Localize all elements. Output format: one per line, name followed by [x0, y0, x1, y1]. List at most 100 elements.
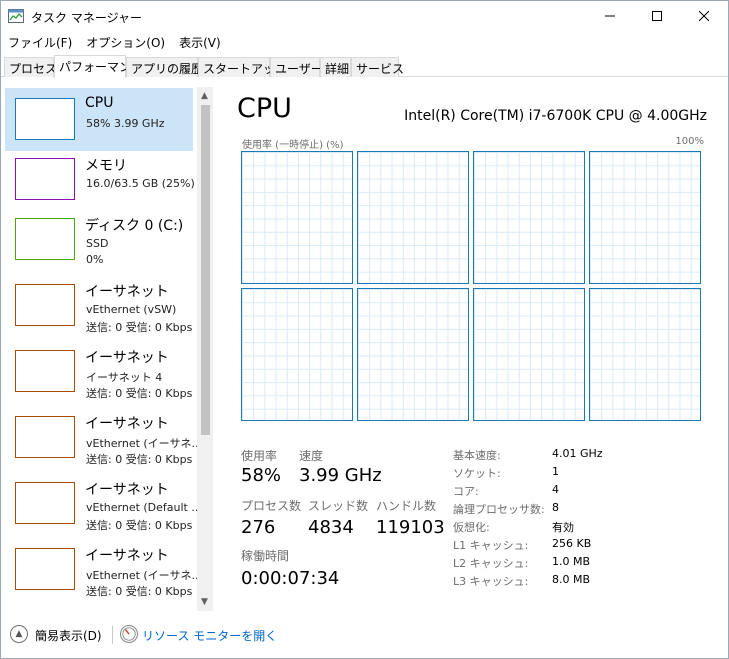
core-graph	[357, 288, 469, 421]
ethernet-thumbnail-graph	[15, 350, 75, 392]
spec-value: 8	[552, 501, 559, 514]
menu-file[interactable]: ファイル(F)	[1, 32, 79, 52]
sidebar-item-title: イーサネット	[85, 482, 169, 498]
scroll-up-icon[interactable]: ▲	[201, 91, 208, 101]
logical-processor-graphs[interactable]	[241, 151, 704, 423]
tab-details[interactable]: 詳細	[320, 57, 351, 77]
minimize-button[interactable]	[587, 1, 633, 31]
sidebar-item-title: イーサネット	[85, 350, 169, 366]
spec-key: L1 キャッシュ:	[453, 539, 529, 552]
tab-services[interactable]: サービス	[351, 57, 404, 77]
scrollbar-thumb[interactable]	[201, 105, 210, 435]
processes-value: 276	[241, 517, 276, 538]
resource-monitor-icon[interactable]	[120, 625, 138, 643]
ethernet-thumbnail-graph	[15, 482, 75, 524]
fewer-details-button[interactable]: 簡易表示(D)	[35, 627, 102, 644]
cpu-model-name: Intel(R) Core(TM) i7-6700K CPU @ 4.00GHz	[404, 108, 707, 124]
spec-key: L3 キャッシュ:	[453, 575, 529, 588]
sidebar-item-ethernet[interactable]: イーサネット vEthernet (vSW) 送信: 0 受信: 0 Kbps	[5, 274, 193, 337]
tab-app-history[interactable]: アプリの履歴	[126, 57, 203, 77]
core-graph	[589, 288, 701, 421]
footer-divider	[112, 626, 113, 644]
sidebar-item-detail: 58% 3.99 GHz	[86, 117, 165, 130]
speed-label: 速度	[299, 449, 324, 463]
title-bar[interactable]: タスク マネージャー	[1, 1, 728, 31]
sidebar-scrollbar[interactable]: ▲ ▼	[197, 87, 213, 611]
menu-bar: ファイル(F) オプション(O) 表示(V)	[1, 32, 228, 52]
resource-list: CPU 58% 3.99 GHz メモリ 16.0/63.5 GB (25%) …	[5, 87, 213, 611]
sidebar-item-ethernet[interactable]: イーサネット vEthernet (Default ... 送信: 0 受信: …	[5, 472, 202, 535]
handles-value: 119103	[376, 517, 445, 538]
spec-key: 論理プロセッサ数:	[453, 503, 545, 516]
sidebar-item-detail: 送信: 0 受信: 0 Kbps	[86, 585, 193, 598]
uptime-label: 稼働時間	[241, 549, 290, 563]
sidebar-item-title: メモリ	[85, 158, 127, 174]
spec-key: コア:	[453, 485, 479, 498]
menu-view[interactable]: 表示(V)	[172, 32, 228, 52]
spec-value: 8.0 MB	[552, 573, 591, 586]
ethernet-thumbnail-graph	[15, 548, 75, 590]
spec-key: L2 キャッシュ:	[453, 557, 529, 570]
sidebar-item-title: ディスク 0 (C:)	[85, 218, 184, 234]
tab-users[interactable]: ユーザー	[270, 57, 323, 77]
uptime-value: 0:00:07:34	[241, 568, 340, 589]
processes-label: プロセス数	[241, 499, 302, 513]
spec-key: 基本速度:	[453, 449, 501, 462]
usage-label: 使用率	[241, 449, 278, 463]
disk-thumbnail-graph	[15, 218, 75, 260]
tab-performance[interactable]: パフォーマンス	[54, 55, 143, 78]
sidebar-item-detail: 送信: 0 受信: 0 Kbps	[86, 321, 193, 334]
tab-bar: プロセス パフォーマンス アプリの履歴 スタートアップ ユーザー 詳細 サービス	[1, 55, 728, 78]
sidebar-item-detail: 送信: 0 受信: 0 Kbps	[86, 387, 193, 400]
menu-options[interactable]: オプション(O)	[79, 32, 172, 52]
spec-value: 1	[552, 465, 559, 478]
spec-value: 4	[552, 483, 559, 496]
sidebar-item-ethernet[interactable]: イーサネット vEthernet (イーサネ... 送信: 0 受信: 0 Kb…	[5, 538, 202, 601]
page-title: CPU	[237, 93, 292, 124]
tab-processes[interactable]: プロセス	[4, 57, 57, 77]
close-icon	[699, 11, 709, 21]
threads-value: 4834	[308, 517, 354, 538]
spec-value: 256 KB	[552, 537, 592, 550]
ethernet-thumbnail-graph	[15, 284, 75, 326]
task-manager-icon	[8, 9, 24, 23]
sidebar-item-detail: 送信: 0 受信: 0 Kbps	[86, 453, 193, 466]
sidebar-item-detail: vEthernet (イーサネ...	[86, 569, 202, 582]
sidebar-item-detail: 16.0/63.5 GB (25%)	[86, 177, 195, 190]
task-manager-window: タスク マネージャー ファイル(F) オプション(O) 表示(V) プロセス パ…	[0, 0, 729, 659]
window-title: タスク マネージャー	[31, 11, 142, 25]
sidebar-item-title: イーサネット	[85, 284, 169, 300]
usage-value: 58%	[241, 465, 282, 486]
graph-caption: 使用率 (一時停止) (%)	[242, 140, 344, 151]
close-button[interactable]	[681, 1, 727, 31]
core-graph	[473, 151, 585, 284]
speed-value: 3.99 GHz	[299, 465, 382, 486]
sidebar-item-title: イーサネット	[85, 416, 169, 432]
sidebar-item-ethernet[interactable]: イーサネット イーサネット 4 送信: 0 受信: 0 Kbps	[5, 340, 193, 403]
sidebar-item-cpu[interactable]: CPU 58% 3.99 GHz	[5, 88, 193, 151]
sidebar-item-disk[interactable]: ディスク 0 (C:) SSD 0%	[5, 208, 193, 271]
memory-thumbnail-graph	[15, 158, 75, 200]
cpu-detail-panel: CPU Intel(R) Core(TM) i7-6700K CPU @ 4.0…	[237, 91, 707, 601]
sidebar-item-title: イーサネット	[85, 548, 169, 564]
maximize-button[interactable]	[634, 1, 680, 31]
core-graph	[241, 288, 353, 421]
open-resource-monitor-link[interactable]: リソース モニターを開く	[142, 627, 277, 644]
tab-startup[interactable]: スタートアップ	[198, 57, 287, 77]
sidebar-item-detail: 送信: 0 受信: 0 Kbps	[86, 519, 193, 532]
sidebar-item-ethernet[interactable]: イーサネット vEthernet (イーサネ... 送信: 0 受信: 0 Kb…	[5, 406, 202, 469]
spec-value: 4.01 GHz	[552, 447, 603, 460]
ethernet-thumbnail-graph	[15, 416, 75, 458]
sidebar-item-detail: vEthernet (Default ...	[86, 501, 202, 514]
graph-max-label: 100%	[675, 136, 704, 147]
sidebar-item-detail: 0%	[86, 253, 104, 266]
core-graph	[357, 151, 469, 284]
sidebar-item-detail: イーサネット 4	[86, 371, 163, 384]
core-graph	[473, 288, 585, 421]
spec-key: 仮想化:	[453, 521, 490, 534]
sidebar-item-memory[interactable]: メモリ 16.0/63.5 GB (25%)	[5, 148, 195, 211]
sidebar-item-detail: vEthernet (イーサネ...	[86, 437, 202, 450]
footer-bar: ▲ 簡易表示(D) リソース モニターを開く	[1, 621, 728, 651]
scroll-down-icon[interactable]: ▼	[201, 597, 208, 607]
chevron-up-circle-icon[interactable]: ▲	[10, 625, 28, 643]
